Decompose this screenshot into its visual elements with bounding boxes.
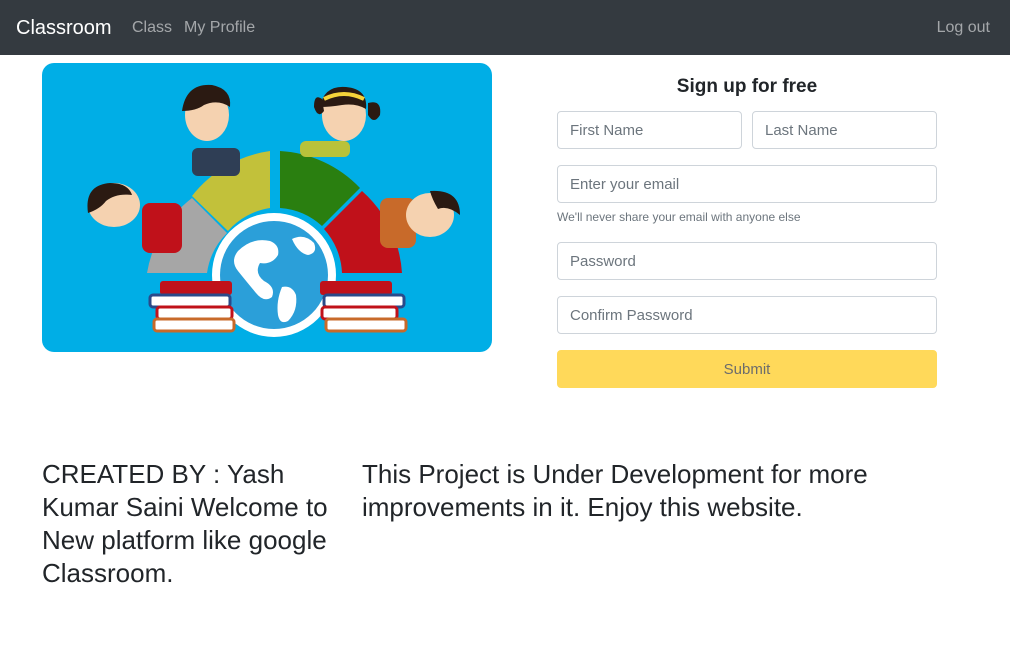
password-field[interactable]: [557, 242, 937, 280]
nav-link-class[interactable]: Class: [132, 18, 172, 38]
student-left-icon: [87, 183, 182, 253]
student-girl-icon: [300, 86, 381, 157]
top-navbar: Classroom Class My Profile Log out: [0, 0, 1010, 55]
submit-button[interactable]: Submit: [557, 350, 937, 388]
student-right-icon: [380, 190, 460, 248]
email-field[interactable]: [557, 165, 937, 203]
creator-text: CREATED BY : Yash Kumar Saini Welcome to…: [42, 459, 328, 588]
books-right-icon: [320, 281, 408, 333]
project-status-text: This Project is Under Development for mo…: [362, 459, 868, 522]
student-boy-icon: [182, 84, 240, 176]
confirm-password-field[interactable]: [557, 296, 937, 334]
classroom-globe-illustration: [87, 84, 460, 337]
nav-link-my-profile[interactable]: My Profile: [184, 18, 255, 38]
signup-title: Sign up for free: [676, 76, 818, 97]
last-name-field[interactable]: [752, 111, 937, 149]
email-help-text: We'll never share your email with anyone…: [557, 210, 801, 224]
books-left-icon: [148, 281, 236, 333]
first-name-field[interactable]: [557, 111, 742, 149]
logout-link[interactable]: Log out: [937, 18, 990, 38]
hero-illustration: [42, 63, 492, 352]
brand-link[interactable]: Classroom: [16, 16, 112, 40]
